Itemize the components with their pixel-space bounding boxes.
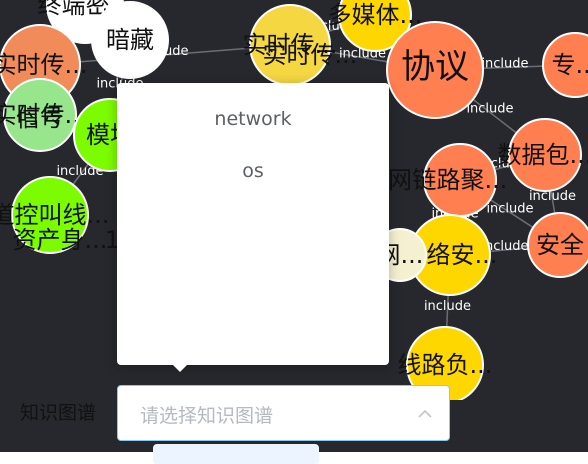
dropdown-caret (171, 363, 189, 372)
node-label: 实时传... (263, 41, 358, 69)
edge-label: include (424, 299, 471, 314)
node-label: 协议 (401, 47, 469, 87)
confirm-button[interactable] (153, 444, 319, 464)
node-label: 网 (388, 166, 412, 194)
chevron-up-icon (417, 406, 433, 426)
node-label: 实时传... (0, 51, 87, 79)
knowledge-graph-label: 知识图谱 (20, 402, 97, 424)
edge-label: include (466, 102, 513, 117)
node-label: 多媒体... (328, 1, 423, 29)
edge-label: include (481, 57, 528, 72)
edge-label: include (486, 202, 533, 217)
option-os[interactable]: os (117, 145, 389, 197)
node-label: 链路聚... (413, 166, 508, 194)
select-dropdown: network os (117, 83, 389, 365)
node-label: 信号 (16, 104, 64, 132)
node-label: 安全 (536, 231, 584, 259)
node-label: 专... (552, 51, 588, 79)
option-network[interactable]: network (117, 93, 389, 145)
node-label: 道控叫线... (0, 201, 109, 229)
node-label: 线路负... (398, 351, 493, 379)
edge-label: include (529, 189, 576, 204)
knowledge-graph-select[interactable]: 请选择知识图谱 (117, 385, 450, 441)
node-label: 资产身... (13, 226, 108, 254)
node-label: 暗藏 (106, 26, 154, 54)
node-label: 数据包... (498, 141, 588, 169)
select-placeholder: 请选择知识图谱 (140, 405, 274, 427)
